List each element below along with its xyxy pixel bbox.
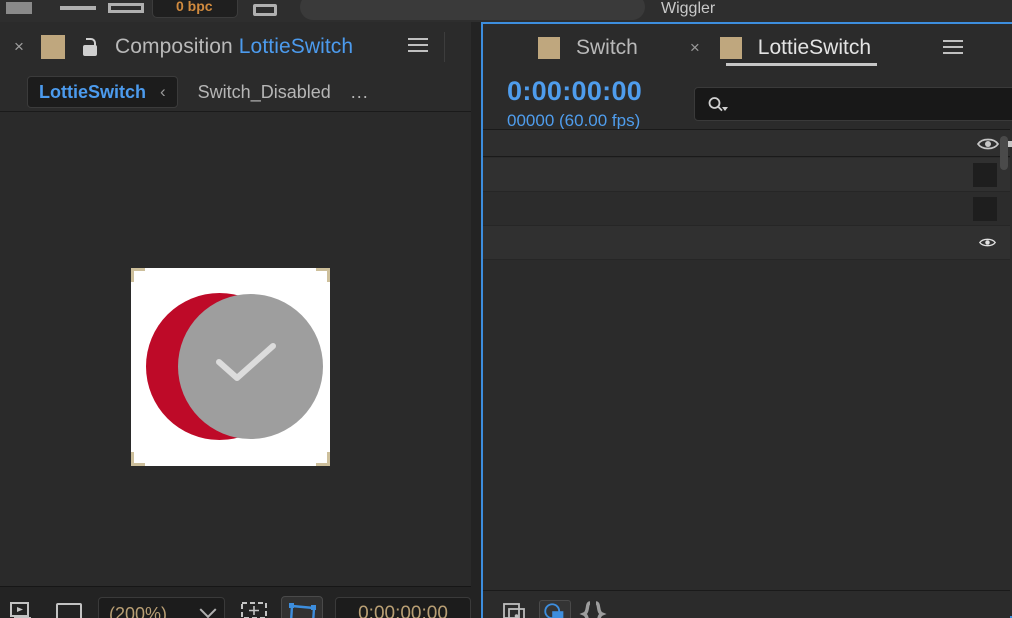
toggle-switches-modes-icon[interactable] bbox=[501, 600, 533, 618]
breadcrumb-overflow[interactable]: ... bbox=[351, 82, 369, 103]
tab-close-icon[interactable]: × bbox=[690, 38, 700, 58]
motion-blur-icon[interactable] bbox=[577, 600, 609, 618]
zoom-level-value: (200%) bbox=[109, 603, 168, 618]
video-toggle-cell[interactable] bbox=[973, 163, 997, 187]
table-row[interactable]: 3 Disabled bbox=[483, 226, 1010, 260]
timeline-current-time[interactable]: 0:00:00:00 bbox=[507, 76, 642, 107]
layer-columns-header: # Layer Name bbox=[483, 129, 1012, 157]
grid-guides-icon[interactable] bbox=[239, 599, 269, 618]
render-queue-icon[interactable] bbox=[8, 599, 38, 618]
timeline-tabs: Switch × LottieSwitch bbox=[483, 24, 1010, 72]
eye-icon[interactable] bbox=[977, 135, 999, 153]
composition-panel-header: × Composition LottieSwitch bbox=[0, 22, 471, 72]
timeline-footer-toolbar bbox=[483, 590, 1010, 618]
search-input[interactable] bbox=[694, 87, 1012, 121]
panel-menu-icon[interactable] bbox=[943, 40, 963, 56]
chevron-down-icon bbox=[199, 601, 217, 618]
composition-label: Composition bbox=[115, 35, 233, 58]
breadcrumb-active-label: LottieSwitch bbox=[39, 81, 146, 102]
artboard bbox=[131, 268, 330, 466]
graph-editor-icon[interactable] bbox=[539, 600, 571, 618]
panel-menu-icon[interactable] bbox=[408, 38, 428, 54]
tab-switch-label: Switch bbox=[576, 36, 638, 59]
tab-swatch bbox=[719, 37, 742, 59]
tab-switch[interactable]: Switch bbox=[538, 24, 638, 72]
table-row[interactable]: 1 Button bbox=[483, 158, 1010, 192]
table-row[interactable]: 2 Selected bbox=[483, 192, 1010, 226]
current-timecode-value: 0:00:00:00 bbox=[358, 603, 448, 618]
wiggler-tab-label[interactable]: Wiggler bbox=[661, 0, 715, 18]
composition-name: LottieSwitch bbox=[238, 35, 354, 58]
tab-active-underline bbox=[725, 63, 878, 66]
composition-swatch bbox=[41, 35, 65, 59]
close-icon[interactable]: × bbox=[10, 38, 28, 56]
lock-icon[interactable] bbox=[81, 37, 99, 57]
toolbar-search-field[interactable] bbox=[300, 0, 645, 20]
timeline-panel: Switch × LottieSwitch 0:00:00:00 00000 (… bbox=[481, 22, 1012, 618]
composition-footer-toolbar: (200%) 0:00:00:00 bbox=[0, 586, 511, 618]
bit-depth-value: 0 bpc bbox=[176, 0, 213, 14]
header-divider bbox=[444, 32, 445, 62]
page-title: Composition LottieSwitch bbox=[115, 35, 353, 59]
tab-swatch bbox=[538, 37, 560, 59]
after-effects-window: 0 bpc Wiggler × Composition LottieSwitch… bbox=[0, 0, 1012, 618]
region-of-interest-icon[interactable] bbox=[281, 596, 323, 618]
timeline-subheader: 0:00:00:00 00000 (60.00 fps) bbox=[483, 72, 1012, 130]
breadcrumb-item-lottieswitch[interactable]: LottieSwitch ‹ bbox=[27, 76, 178, 108]
timeline-empty-area[interactable] bbox=[483, 260, 1010, 590]
search-icon bbox=[708, 97, 728, 112]
composition-viewer[interactable] bbox=[0, 112, 471, 586]
monitor-preview-icon[interactable] bbox=[54, 599, 84, 618]
composition-panel: × Composition LottieSwitch LottieSwitch … bbox=[0, 22, 511, 618]
tab-lottieswitch[interactable]: × LottieSwitch bbox=[690, 24, 878, 72]
video-toggle-cell[interactable] bbox=[973, 197, 997, 221]
checkmark-icon bbox=[216, 343, 276, 381]
current-timecode-field[interactable]: 0:00:00:00 bbox=[335, 597, 471, 618]
eye-icon[interactable] bbox=[979, 236, 996, 249]
tab-lottieswitch-label: LottieSwitch bbox=[757, 36, 872, 59]
timeline-frame-info: 00000 (60.00 fps) bbox=[507, 111, 641, 130]
breadcrumb: LottieSwitch ‹ Switch_Disabled ... bbox=[0, 72, 471, 112]
top-cutoff-toolbar: 0 bpc Wiggler bbox=[0, 0, 1012, 22]
timeline-scrollbar[interactable] bbox=[1000, 136, 1008, 170]
zoom-level-select[interactable]: (200%) bbox=[98, 597, 225, 618]
chevron-left-icon: ‹ bbox=[160, 82, 166, 101]
breadcrumb-item-switch-disabled[interactable]: Switch_Disabled bbox=[198, 82, 331, 103]
